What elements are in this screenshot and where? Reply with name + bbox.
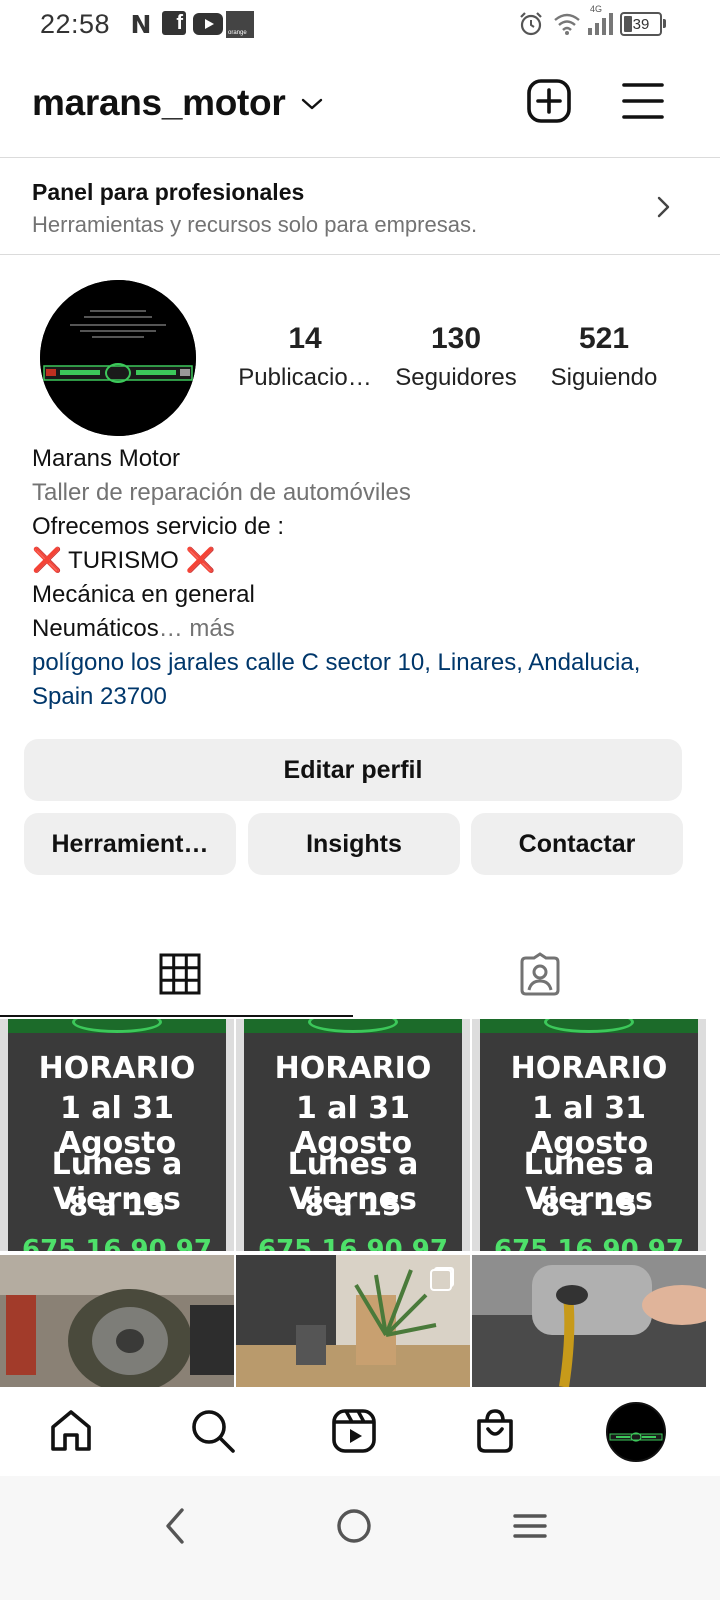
home-icon xyxy=(51,1410,91,1451)
tab-posts-grid[interactable] xyxy=(0,930,360,1018)
profile-header: marans_motor xyxy=(0,60,720,144)
menu-button[interactable] xyxy=(620,80,666,122)
battery-level: 39 xyxy=(632,15,650,33)
post-tile[interactable] xyxy=(236,1255,470,1387)
poster-phone: 675 16 90 97 xyxy=(22,1235,212,1251)
bio-line: Ofrecemos servicio de : xyxy=(32,513,285,540)
status-bar: 22:58 N f orange 4G 39 xyxy=(0,0,720,50)
profile-category: Taller de reparación de automóviles xyxy=(32,479,411,506)
signal-icon xyxy=(586,11,614,37)
profile-avatar-small xyxy=(608,1404,664,1460)
oil-change-photo xyxy=(472,1255,706,1387)
system-navigation-bar xyxy=(0,1476,720,1600)
tools-button[interactable]: Herramient… xyxy=(24,813,236,875)
back-arrow-icon xyxy=(166,1508,184,1544)
following-count-label: Siguiendo xyxy=(550,364,658,391)
create-post-button[interactable] xyxy=(525,77,573,125)
nav-shop[interactable] xyxy=(470,1406,520,1456)
hamburger-menu-icon xyxy=(622,83,664,119)
chevron-right-icon xyxy=(652,194,674,220)
following-count[interactable]: 521 Siguiendo xyxy=(529,322,679,392)
multiple-photos-icon xyxy=(430,1269,452,1291)
poster-title: HORARIO xyxy=(38,1051,196,1086)
address-link[interactable]: polígono los jarales calle C sector 10, … xyxy=(32,646,692,714)
system-back-button[interactable] xyxy=(154,1504,198,1548)
status-time: 22:58 xyxy=(40,9,111,39)
poster-title: HORARIO xyxy=(274,1051,432,1086)
insights-button[interactable]: Insights xyxy=(248,813,460,875)
alarm-icon xyxy=(518,11,544,37)
search-icon xyxy=(192,1410,235,1453)
orange-label: orange xyxy=(228,30,247,36)
nav-profile[interactable] xyxy=(606,1402,666,1462)
posts-count-value: 14 xyxy=(288,322,322,355)
cross-mark-icon: ❌ xyxy=(32,547,62,574)
grid-icon xyxy=(159,953,201,995)
followers-count-label: Seguidores xyxy=(395,364,517,391)
reels-icon xyxy=(332,1409,376,1453)
bio-line: Mecánica en general xyxy=(32,581,255,608)
nav-reels[interactable] xyxy=(329,1406,379,1456)
active-tab-indicator xyxy=(0,1015,353,1017)
post-tile[interactable]: HORARIO 1 al 31 Agosto Lunes a Viernes 8… xyxy=(0,1019,234,1251)
pro-panel-title: Panel para profesionales xyxy=(32,179,305,205)
contact-button[interactable]: Contactar xyxy=(471,813,683,875)
facebook-icon: f xyxy=(162,11,186,35)
system-recents-button[interactable] xyxy=(508,1504,552,1548)
following-count-value: 521 xyxy=(578,322,630,355)
bottom-navigation xyxy=(0,1388,720,1476)
marans-motor-logo xyxy=(40,280,196,436)
posts-count-label: Publicacio… xyxy=(238,364,372,391)
nav-home[interactable] xyxy=(46,1406,96,1456)
edit-profile-button[interactable]: Editar perfil xyxy=(24,739,682,801)
bio-line-text: Neumáticos xyxy=(32,615,159,642)
battery-icon: 39 xyxy=(620,12,666,36)
poster-title: HORARIO xyxy=(510,1051,668,1086)
netflix-icon: N xyxy=(130,9,152,39)
professional-dashboard-row[interactable]: Panel para profesionales Herramientas y … xyxy=(0,157,720,255)
tire-photo xyxy=(0,1255,234,1387)
wifi-icon xyxy=(553,11,581,37)
bio-line: Neumáticos… más xyxy=(32,612,692,646)
nav-search[interactable] xyxy=(188,1406,238,1456)
posts-count[interactable]: 14 Publicacio… xyxy=(230,322,380,392)
profile-name: Marans Motor xyxy=(32,445,181,472)
plus-square-icon xyxy=(527,79,571,123)
youtube-icon xyxy=(193,13,223,35)
post-tile[interactable]: HORARIO 1 al 31 Agosto Lunes a Viernes 8… xyxy=(472,1019,706,1251)
poster-phone: 675 16 90 97 xyxy=(494,1235,684,1251)
poster-hours: 8 a 15 xyxy=(304,1189,402,1222)
post-tile[interactable] xyxy=(472,1255,706,1387)
profile-bio: Marans Motor Taller de reparación de aut… xyxy=(32,442,692,714)
followers-count[interactable]: 130 Seguidores xyxy=(381,322,531,392)
poster-hours: 8 a 15 xyxy=(540,1189,638,1222)
pro-panel-subtitle: Herramientas y recursos solo para empres… xyxy=(32,212,478,237)
profile-avatar[interactable] xyxy=(40,280,196,436)
cross-mark-icon: ❌ xyxy=(185,547,216,574)
circle-home-icon xyxy=(337,1509,371,1543)
system-home-button[interactable] xyxy=(332,1504,376,1548)
bio-line: ❌ TURISMO ❌ xyxy=(32,544,692,578)
tagged-person-icon xyxy=(520,952,560,996)
bio-line-text: TURISMO xyxy=(68,547,179,574)
recents-menu-icon xyxy=(513,1514,547,1538)
poster-hours: 8 a 15 xyxy=(68,1189,166,1222)
post-tile[interactable]: HORARIO 1 al 31 Agosto Lunes a Viernes 8… xyxy=(236,1019,470,1251)
post-tile[interactable] xyxy=(0,1255,234,1387)
shopping-bag-icon xyxy=(477,1409,513,1453)
chevron-down-icon[interactable] xyxy=(300,92,324,116)
orange-icon: orange xyxy=(226,11,254,38)
tab-tagged[interactable] xyxy=(360,930,720,1018)
more-link[interactable]: … más xyxy=(159,615,235,642)
followers-count-value: 130 xyxy=(430,322,482,355)
poster-phone: 675 16 90 97 xyxy=(258,1235,448,1251)
posts-grid: HORARIO 1 al 31 Agosto Lunes a Viernes 8… xyxy=(0,1019,720,1387)
account-switcher[interactable]: marans_motor xyxy=(32,82,286,124)
